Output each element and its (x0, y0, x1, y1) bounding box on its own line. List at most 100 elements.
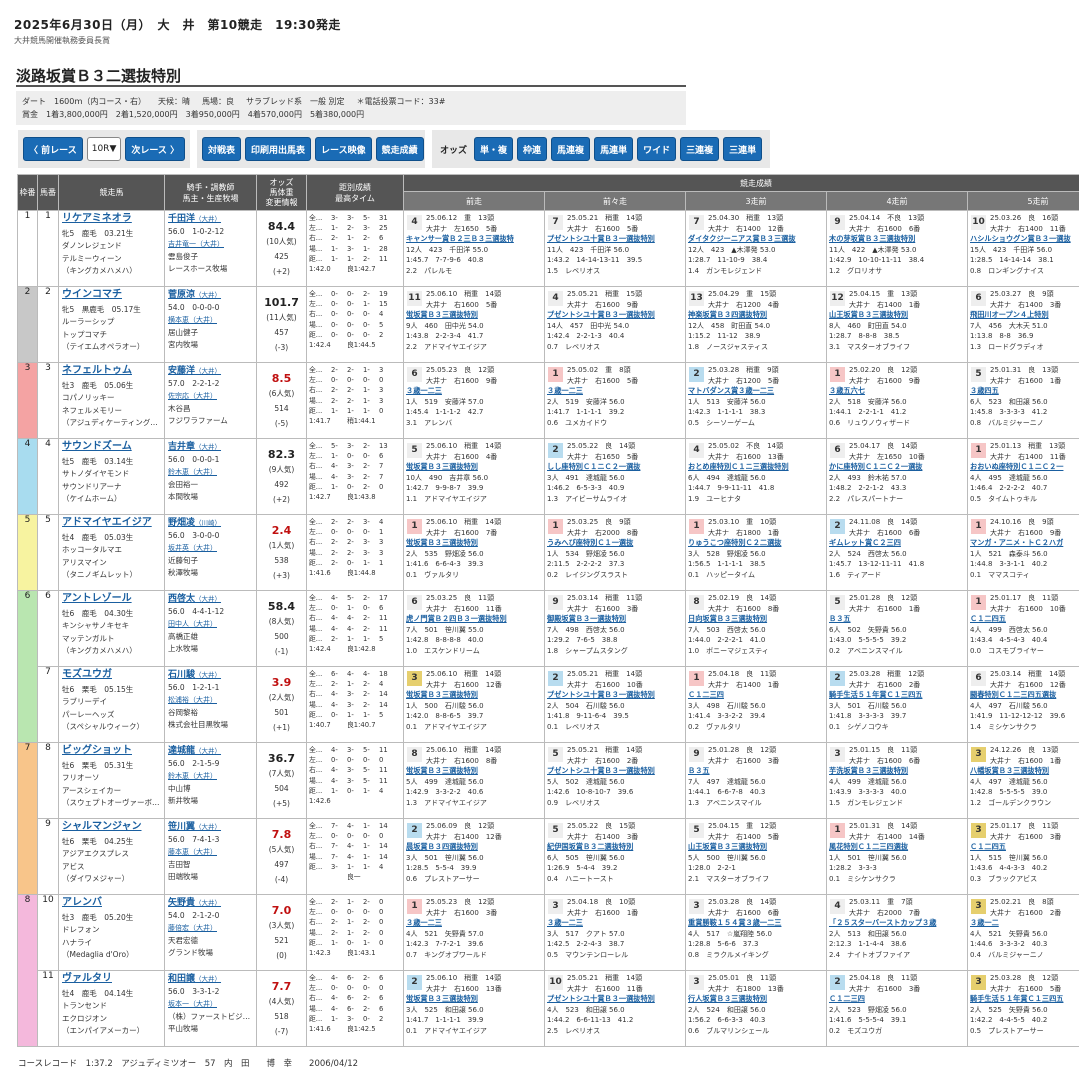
past-race-name-link[interactable]: 蛍坂賞Ｂ３三選抜特別 (406, 994, 542, 1005)
past-race-name-link[interactable]: 重賞勝鞍１５４賞３歳一二三 (688, 918, 824, 929)
horse-name-link[interactable]: ヴァルタリ (62, 973, 161, 986)
past-race-cell[interactable]: 3 25.01.17 良 11頭 大井ナ 右1600 3番 Ｃ１二四五 1人 515 笹… (966, 818, 1079, 895)
trainer-link[interactable]: 坂本一（大井） (168, 998, 253, 1011)
past-race-name-link[interactable]: 騎手生活５１年賞Ｃ１三四五 (970, 994, 1079, 1005)
jockey-name-link[interactable]: 矢野貴 (168, 898, 195, 908)
past-race-name-link[interactable]: Ｃ１二四五 (970, 842, 1079, 853)
trainer-link[interactable]: 吉井竜一（大井） (168, 238, 253, 251)
jockey-name-link[interactable]: 千田洋 (168, 214, 195, 224)
past-race-cell[interactable]: 12 25.04.15 重 13頭 大井ナ 右1400 1番 山王坂賞Ｂ３三選抜特別 8… (826, 286, 968, 363)
jockey-name-link[interactable]: 西啓太 (168, 594, 195, 604)
past-race-name-link[interactable]: 八幡坂賞Ｂ３三選抜特別 (970, 766, 1079, 777)
past-race-cell[interactable]: 2 25.06.10 稍重 14頭 大井ナ 右1600 13番 蛍坂賞Ｂ３三選抜特別 3… (403, 970, 545, 1047)
past-race-name-link[interactable]: おおいぬ座特別Ｃ１ニＣ２一 (970, 462, 1079, 473)
past-race-name-link[interactable]: 蛍坂賞Ｂ３三選抜特別 (406, 462, 542, 473)
past-race-name-link[interactable]: 晨坂賞Ｂ３四選抜特別 (406, 842, 542, 853)
past-race-cell[interactable]: 1 25.03.25 良 9頭 大井ナ 右2000 8番 うみへび座特別Ｃ１一選抜 1人… (544, 514, 686, 591)
past-race-cell[interactable]: 1 25.01.31 良 14頭 大井ナ 右1400 14番 風花特別Ｃ１二三四選抜 1… (826, 818, 968, 895)
past-race-cell[interactable]: 3 25.06.10 稍重 14頭 大井ナ 右1600 12番 蛍坂賞Ｂ３三選抜特別 1… (403, 666, 545, 743)
past-race-name-link[interactable]: キャンサー賞Ｂ２三Ｂ３三選抜特 (406, 234, 542, 245)
past-race-cell[interactable]: 1 25.02.20 良 12頭 大井ナ 右1600 9番 ３歳五六七 2人 518 安… (826, 362, 968, 439)
horse-name-link[interactable]: リケアミネオラ (62, 213, 161, 226)
past-race-cell[interactable]: 2 25.03.28 稍重 12頭 大井ナ 右1600 2番 騎手生活５１年賞Ｃ１三四… (826, 666, 968, 743)
past-race-name-link[interactable]: プゼントシユ十賞Ｂ３一選抜特別 (547, 310, 683, 321)
past-race-cell[interactable]: 5 25.01.31 良 13頭 大井ナ 右1600 1番 ３歳四五 6人 523 和田… (966, 362, 1079, 439)
past-race-cell[interactable]: 1 25.03.10 重 10頭 大井ナ 右1800 1番 りゅうこつ座特別Ｃ２二選抜… (685, 514, 827, 591)
next-race-button[interactable]: 次レース 〉 (125, 137, 186, 161)
past-race-cell[interactable]: 2 24.11.08 良 14頭 大井ナ 右1600 6番 ギムレット賞Ｃ２三四 2人 … (826, 514, 968, 591)
jockey-name-link[interactable]: 安藤洋 (168, 366, 195, 376)
past-race-cell[interactable]: 3 25.03.28 良 14頭 大井ナ 右1600 6番 重賞勝鞍１５４賞３歳一二三… (685, 894, 827, 971)
jockey-name-link[interactable]: 笹川翼 (168, 822, 195, 832)
past-race-cell[interactable]: 3 24.12.26 良 13頭 大井ナ 右1600 1番 八幡坂賞Ｂ３三選抜特別 4人… (966, 742, 1079, 819)
jockey-name-link[interactable]: 野畑凌 (168, 518, 195, 528)
past-race-cell[interactable]: 10 25.05.21 稍重 14頭 大井ナ 右1600 11番 プゼントシユ十賞Ｂ３… (544, 970, 686, 1047)
past-race-cell[interactable]: 8 25.02.19 良 14頭 大井ナ 右1600 8番 日向坂賞Ｂ３三選抜特別 7人… (685, 590, 827, 667)
past-race-name-link[interactable]: 蛍坂賞Ｂ３三選抜特別 (406, 690, 542, 701)
trainer-link[interactable]: 藤倍宏（大井） (168, 922, 253, 935)
past-race-name-link[interactable]: Ｃ１二三四 (829, 994, 965, 1005)
past-race-name-link[interactable]: ３歳一二三 (547, 918, 683, 929)
race-results-button[interactable]: 競走成績 (375, 137, 424, 161)
past-race-cell[interactable]: 2 25.04.18 良 11頭 大井ナ 右1600 3番 Ｃ１二三四 2人 523 野… (826, 970, 968, 1047)
past-race-cell[interactable]: 1 25.01.17 良 11頭 大井ナ 右1600 10番 Ｃ１二四五 4人 499 … (966, 590, 1079, 667)
odds-trifecta-button[interactable]: 三連単 (723, 137, 763, 161)
past-race-cell[interactable]: 4 25.06.12 重 13頭 大井ナ 左1650 5番 キャンサー賞Ｂ２三Ｂ３三選… (403, 210, 545, 287)
past-race-name-link[interactable]: 御殿坂賞Ｂ３一選抜特別 (547, 614, 683, 625)
trainer-link[interactable]: 坂井英（大井） (168, 542, 253, 555)
trainer-link[interactable]: 藤本恵（大井） (168, 846, 253, 859)
jockey-name-link[interactable]: 石川駿 (168, 670, 195, 680)
past-race-cell[interactable]: 4 25.05.21 稍重 15頭 大井ナ 右1600 9番 プゼントシユ十賞Ｂ３一選… (544, 286, 686, 363)
past-race-name-link[interactable]: しし座特別Ｃ１ニＣ２一選抜 (547, 462, 683, 473)
horse-name-link[interactable]: ネフェルトゥム (62, 365, 161, 378)
past-race-cell[interactable]: 4 25.05.02 不良 14頭 大井ナ 右1600 13番 おとめ座特別Ｃ１ニ三選… (685, 438, 827, 515)
past-race-cell[interactable]: 3 25.03.28 良 12頭 大井ナ 右1600 5番 騎手生活５１年賞Ｃ１三四五… (966, 970, 1079, 1047)
past-race-name-link[interactable]: おとめ座特別Ｃ１ニ三選抜特別 (688, 462, 824, 473)
past-race-cell[interactable]: 5 25.05.21 稍重 14頭 大井ナ 右1600 2番 プゼントシユ十賞Ｂ３一選… (544, 742, 686, 819)
past-race-name-link[interactable]: 山王坂賞Ｂ３三選抜特別 (829, 310, 965, 321)
past-race-name-link[interactable]: プゼントシユ十賞Ｂ３一選抜特別 (547, 690, 683, 701)
past-race-cell[interactable]: 9 25.04.14 不良 13頭 大井ナ 右1600 6番 木の芽坂賞Ｂ３三選抜特別… (826, 210, 968, 287)
past-race-cell[interactable]: 1 25.05.23 良 12頭 大井ナ 右1600 3番 ３歳一二三 4人 521 矢… (403, 894, 545, 971)
matchup-button[interactable]: 対戦表 (202, 137, 242, 161)
past-race-name-link[interactable]: 蛍坂賞Ｂ３三選抜特別 (406, 766, 542, 777)
horse-name-link[interactable]: アドマイヤエイジア (62, 517, 161, 530)
jockey-name-link[interactable]: 菅原涼 (168, 290, 195, 300)
past-race-name-link[interactable]: 木の芽坂賞Ｂ３三選抜特別 (829, 234, 965, 245)
trainer-link[interactable]: 鈴木恵（大井） (168, 770, 253, 783)
past-race-name-link[interactable]: 飛田川オープン４上特別 (970, 310, 1079, 321)
past-race-name-link[interactable]: ３歳五六七 (829, 386, 965, 397)
past-race-cell[interactable]: 6 25.03.27 良 9頭 大井ナ 右1400 3番 飛田川オープン４上特別 7人 … (966, 286, 1079, 363)
past-race-name-link[interactable]: プゼントシユ十賞Ｂ３一選抜特別 (547, 766, 683, 777)
past-race-name-link[interactable]: ダイタクジーニアス賞Ｂ３三選抜 (688, 234, 824, 245)
past-race-name-link[interactable]: ３歳一二三 (406, 918, 542, 929)
past-race-name-link[interactable]: マンガ・アニメ・トＣ２ハガ (970, 538, 1079, 549)
horse-name-link[interactable]: ウインコマチ (62, 289, 161, 302)
past-race-name-link[interactable]: かに座特別Ｃ１ニＣ２一選抜 (829, 462, 965, 473)
past-race-name-link[interactable]: ギムレット賞Ｃ２三四 (829, 538, 965, 549)
jockey-name-link[interactable]: 吉井章 (168, 442, 195, 452)
past-race-cell[interactable]: 6 25.03.14 稍重 14頭 大井ナ 右1600 12番 闘春特別Ｃ１二三四五選… (966, 666, 1079, 743)
trainer-link[interactable]: 田中人（大井） (168, 618, 253, 631)
past-race-name-link[interactable]: 闘春特別Ｃ１二三四五選抜 (970, 690, 1079, 701)
horse-name-link[interactable]: モズユウガ (62, 669, 161, 682)
past-race-name-link[interactable]: プゼントシユ十賞Ｂ３一選抜特別 (547, 994, 683, 1005)
horse-name-link[interactable]: サウンドズーム (62, 441, 161, 454)
past-race-name-link[interactable]: 蛍坂賞Ｂ３三選抜特別 (406, 538, 542, 549)
past-race-name-link[interactable]: うみへび座特別Ｃ１一選抜 (547, 538, 683, 549)
past-race-name-link[interactable]: Ｂ３五 (829, 614, 965, 625)
jockey-name-link[interactable]: 達城龍 (168, 746, 195, 756)
race-video-button[interactable]: レース映像 (315, 137, 372, 161)
trainer-link[interactable]: 佐宗応（大井） (168, 390, 253, 403)
prev-race-button[interactable]: 〈 前レース (23, 137, 83, 161)
past-race-cell[interactable]: 7 25.05.21 稍重 14頭 大井ナ 右1600 5番 プゼントシユ十賞Ｂ３一選… (544, 210, 686, 287)
past-race-name-link[interactable]: 蛍坂賞Ｂ３三選抜特別 (406, 310, 542, 321)
past-race-cell[interactable]: 3 25.05.01 良 11頭 大井ナ 右1800 13番 行人坂賞Ｂ３三選抜特別 2… (685, 970, 827, 1047)
past-race-cell[interactable]: 1 25.05.02 重 8頭 大井ナ 右1600 5番 ３歳一二三 2人 519 安藤… (544, 362, 686, 439)
past-race-cell[interactable]: 3 25.01.15 良 11頭 大井ナ 右1600 6番 芋洗坂賞Ｂ３三選抜特別 4人… (826, 742, 968, 819)
past-race-name-link[interactable]: 紀伊国坂賞Ｂ３二選抜特別 (547, 842, 683, 853)
past-race-cell[interactable]: 2 25.03.28 稍重 9頭 大井ナ 右1200 5番 マトバダンス賞３歳一二三 1… (685, 362, 827, 439)
past-race-cell[interactable]: 1 25.01.13 稍重 13頭 大井ナ 右1400 11番 おおいぬ座特別Ｃ１ニＣ… (966, 438, 1079, 515)
race-select[interactable]: 10R ▼ (86, 137, 122, 161)
past-race-cell[interactable]: 11 25.06.10 稍重 14頭 大井ナ 右1600 5番 蛍坂賞Ｂ３三選抜特別 9… (403, 286, 545, 363)
